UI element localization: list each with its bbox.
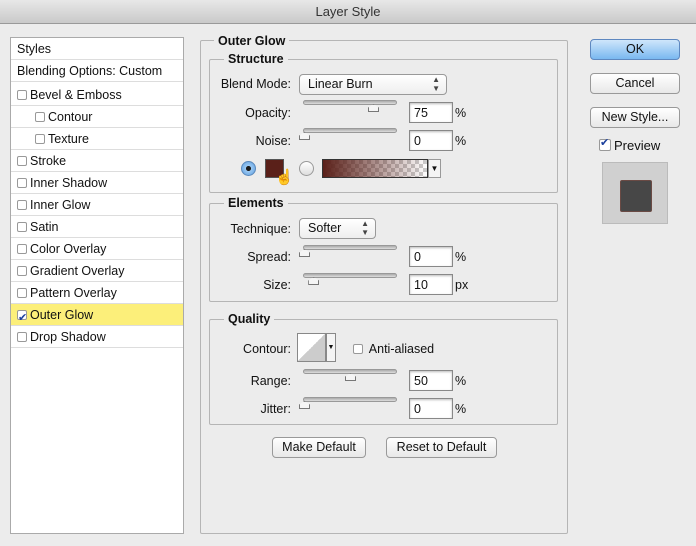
anti-aliased-label: Anti-aliased	[368, 342, 435, 356]
color-radio[interactable]	[241, 161, 256, 176]
style-item[interactable]: Stroke	[11, 150, 183, 172]
elements-title: Elements	[224, 196, 288, 210]
style-item-label: Stroke	[30, 154, 67, 168]
checkbox-icon[interactable]	[17, 200, 27, 210]
style-item-label: Texture	[48, 132, 89, 146]
contour-dropdown-icon[interactable]: ▼	[326, 333, 336, 362]
checkbox-icon[interactable]	[17, 288, 27, 298]
checkbox-icon[interactable]	[17, 222, 27, 232]
gradient-picker[interactable]	[322, 159, 428, 178]
technique-value: Softer	[308, 221, 342, 235]
technique-select[interactable]: Softer ▲ ▼	[299, 218, 376, 239]
range-unit: %	[455, 374, 467, 388]
style-item-label: Outer Glow	[30, 308, 94, 322]
style-item-label: Inner Shadow	[30, 176, 108, 190]
panel-title: Outer Glow	[214, 34, 290, 48]
technique-label: Technique:	[230, 222, 291, 236]
anti-aliased-checkbox[interactable]: Anti-aliased	[353, 342, 434, 356]
preview-label: Preview	[614, 138, 661, 153]
structure-title: Structure	[224, 52, 288, 66]
updown-arrows-icon: ▲ ▼	[432, 75, 440, 93]
style-item[interactable]: Satin	[11, 216, 183, 238]
style-item[interactable]: Bevel & Emboss	[11, 84, 183, 106]
preview-checkbox[interactable]: Preview	[599, 136, 661, 153]
style-item-label: Satin	[30, 220, 59, 234]
size-label: Size:	[263, 278, 291, 292]
window-title: Layer Style	[0, 0, 696, 24]
noise-unit: %	[455, 134, 467, 148]
styles-list: Styles Blending Options: Custom Bevel & …	[10, 37, 184, 534]
style-preview	[602, 162, 668, 224]
size-slider[interactable]	[303, 273, 397, 285]
range-input[interactable]: 50	[409, 370, 453, 391]
checkbox-icon[interactable]	[353, 344, 363, 354]
range-slider[interactable]	[303, 369, 397, 381]
jitter-unit: %	[455, 402, 467, 416]
style-item[interactable]: Inner Shadow	[11, 172, 183, 194]
checkbox-icon[interactable]	[35, 112, 45, 122]
checkbox-checked-icon[interactable]	[17, 307, 27, 329]
updown-arrows-icon: ▲ ▼	[361, 219, 369, 237]
style-item[interactable]: Color Overlay	[11, 238, 183, 260]
styles-header[interactable]: Styles	[11, 38, 183, 60]
style-item-label: Inner Glow	[30, 198, 91, 212]
style-item[interactable]: Gradient Overlay	[11, 260, 183, 282]
gradient-radio[interactable]	[299, 161, 314, 176]
spread-slider[interactable]	[299, 245, 397, 257]
checkbox-icon[interactable]	[17, 156, 27, 166]
style-item[interactable]: Pattern Overlay	[11, 282, 183, 304]
noise-input[interactable]: 0	[409, 130, 453, 151]
size-unit: px	[455, 278, 469, 292]
style-item-label: Gradient Overlay	[30, 264, 125, 278]
opacity-input[interactable]: 75	[409, 102, 453, 123]
contour-label: Contour:	[243, 342, 291, 356]
style-item[interactable]: Texture	[11, 128, 183, 150]
new-style-button[interactable]: New Style...	[590, 107, 680, 128]
jitter-label: Jitter:	[260, 402, 291, 416]
style-item-label: Drop Shadow	[30, 330, 106, 344]
jitter-input[interactable]: 0	[409, 398, 453, 419]
size-input[interactable]: 10	[409, 274, 453, 295]
checkbox-icon[interactable]	[17, 244, 27, 254]
opacity-label: Opacity:	[245, 106, 291, 120]
gradient-dropdown-icon[interactable]: ▼	[428, 159, 441, 178]
blend-mode-label: Blend Mode:	[220, 77, 291, 91]
style-item-label: Contour	[48, 110, 93, 124]
range-label: Range:	[250, 374, 291, 388]
style-item[interactable]: Inner Glow	[11, 194, 183, 216]
hand-cursor-icon: ☝	[275, 169, 294, 186]
blending-options[interactable]: Blending Options: Custom	[11, 60, 183, 82]
blend-mode-value: Linear Burn	[308, 77, 373, 91]
noise-slider[interactable]	[299, 128, 397, 140]
reset-default-button[interactable]: Reset to Default	[386, 437, 497, 458]
noise-label: Noise:	[255, 134, 291, 148]
style-item[interactable]: Contour	[11, 106, 183, 128]
checkbox-icon[interactable]	[17, 266, 27, 276]
quality-title: Quality	[224, 312, 275, 326]
checkbox-icon[interactable]	[17, 332, 27, 342]
cancel-button[interactable]: Cancel	[590, 73, 680, 94]
blend-mode-select[interactable]: Linear Burn ▲ ▼	[299, 74, 447, 95]
style-item[interactable]: Drop Shadow	[11, 326, 183, 348]
ok-button[interactable]: OK	[590, 39, 680, 60]
opacity-slider[interactable]	[303, 100, 397, 112]
contour-preview[interactable]	[297, 333, 326, 362]
checkbox-icon[interactable]	[17, 90, 27, 100]
jitter-slider[interactable]	[299, 397, 397, 409]
style-item[interactable]: Outer Glow	[11, 304, 183, 329]
spread-label: Spread:	[247, 250, 291, 264]
checkbox-icon[interactable]	[17, 178, 27, 188]
spread-unit: %	[455, 250, 467, 264]
opacity-unit: %	[455, 106, 467, 120]
style-item-label: Bevel & Emboss	[30, 88, 122, 102]
style-item-label: Color Overlay	[30, 242, 107, 256]
make-default-button[interactable]: Make Default	[272, 437, 366, 458]
style-item-label: Pattern Overlay	[30, 286, 117, 300]
spread-input[interactable]: 0	[409, 246, 453, 267]
preview-square	[620, 180, 652, 212]
checkbox-icon[interactable]	[35, 134, 45, 144]
checkbox-checked-icon[interactable]	[599, 136, 611, 151]
